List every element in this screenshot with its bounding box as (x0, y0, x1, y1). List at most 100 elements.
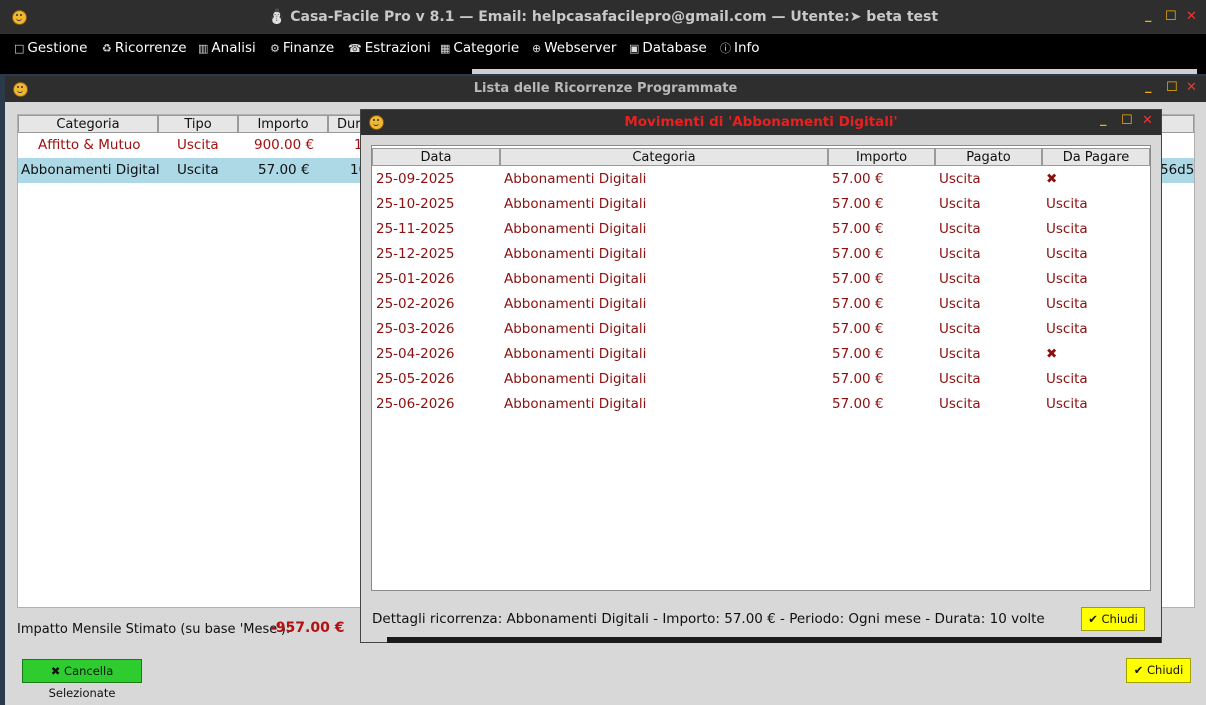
cross-icon: ✖ (1046, 346, 1058, 362)
globe-icon: ⊕ (532, 42, 542, 55)
dialog-close-button[interactable]: ✕ (1142, 113, 1153, 128)
column-header-categoria[interactable]: Categoria (18, 115, 158, 133)
dialog-title: Movimenti di 'Abbonamenti Digitali' (624, 114, 898, 130)
main-window-title: ⛄ Casa-Facile Pro v 8.1 — Email: helpcas… (267, 9, 939, 25)
list-close-dialog-button[interactable]: ✔ Chiudi (1126, 658, 1191, 683)
cell-pagato: Uscita (939, 171, 981, 187)
cell-da-pagare: Uscita (1046, 271, 1088, 287)
column-header-tipo[interactable]: Tipo (158, 115, 238, 133)
menu-label: Categorie (453, 40, 520, 56)
menu-finanze[interactable]: ⚙ Finanze (270, 40, 334, 56)
menu-bar: □ Gestione ♻ Ricorrenze ▥ Analisi ⚙ Finanze … (0, 34, 1206, 64)
cell-extra: 56d5 (1160, 162, 1195, 178)
cell-pagato: Uscita (939, 246, 981, 262)
extract-icon: ☎ (348, 42, 362, 55)
dialog-title-bar: Movimenti di 'Abbonamenti Digitali' _ ☐ … (361, 110, 1161, 135)
maximize-button[interactable]: ☐ (1165, 9, 1177, 24)
cell-data: 25-03-2026 (376, 321, 455, 337)
progress-strip (472, 69, 1197, 74)
minimize-button[interactable]: _ (1145, 8, 1152, 23)
cell-pagato: Uscita (939, 371, 981, 387)
menu-estrazioni[interactable]: ☎ Estrazioni (348, 40, 431, 56)
cell-data: 25-02-2026 (376, 296, 455, 312)
cell-pagato: Uscita (939, 271, 981, 287)
cell-da-pagare: Uscita (1046, 321, 1088, 337)
cell-pagato: Uscita (939, 196, 981, 212)
cell-data: 25-10-2025 (376, 196, 455, 212)
list-minimize-button[interactable]: _ (1145, 79, 1152, 94)
cell-data: 25-05-2026 (376, 371, 455, 387)
column-header-importo[interactable]: Importo (238, 115, 328, 133)
menu-analisi[interactable]: ▥ Analisi (198, 40, 256, 56)
menu-label: Info (734, 40, 760, 56)
cell-categoria: Abbonamenti Digitali (504, 396, 647, 412)
recycle-icon: ♻ (102, 42, 112, 55)
movements-table: Data Categoria Importo Pagato Da Pagare … (371, 145, 1151, 591)
menu-database[interactable]: ▣ Database (629, 40, 707, 56)
main-title-bar: ⛄ Casa-Facile Pro v 8.1 — Email: helpcas… (0, 0, 1206, 34)
cell-importo: 57.00 € (832, 271, 884, 287)
column-header-da-pagare[interactable]: Da Pagare (1042, 148, 1150, 166)
cell-importo: 57.00 € (832, 321, 884, 337)
categories-icon: ▦ (440, 42, 451, 55)
cell-pagato: Uscita (939, 296, 981, 312)
column-header-importo[interactable]: Importo (828, 148, 935, 166)
info-icon: ⓘ (720, 42, 731, 55)
menu-label: Estrazioni (364, 40, 431, 56)
cell-categoria: Abbonamenti Digitali (504, 196, 647, 212)
list-close-button[interactable]: ✕ (1186, 80, 1197, 95)
menu-label: Finanze (282, 40, 335, 56)
cell-pagato: Uscita (939, 321, 981, 337)
close-button[interactable]: ✕ (1186, 9, 1197, 24)
dialog-minimize-button[interactable]: _ (1100, 112, 1107, 127)
cell-categoria: Abbonamenti Digital (21, 162, 160, 178)
cell-importo: 57.00 € (832, 396, 884, 412)
cell-importo: 57.00 € (832, 246, 884, 262)
dialog-chiudi-button[interactable]: ✔ Chiudi (1081, 607, 1145, 631)
cell-importo: 57.00 € (832, 346, 884, 362)
menu-webserver[interactable]: ⊕ Webserver (532, 40, 616, 56)
cell-categoria: Abbonamenti Digitali (504, 371, 647, 387)
cell-data: 25-12-2025 (376, 246, 455, 262)
menu-label: Webserver (544, 40, 617, 56)
column-header-data[interactable]: Data (372, 148, 500, 166)
finance-icon: ⚙ (270, 42, 280, 55)
cross-icon: ✖ (1046, 171, 1058, 187)
dialog-maximize-button[interactable]: ☐ (1121, 113, 1133, 128)
toolbar-strip (0, 64, 1206, 74)
cell-tipo: Uscita (177, 137, 219, 153)
cell-da-pagare: Uscita (1046, 221, 1088, 237)
cell-data: 25-09-2025 (376, 171, 455, 187)
menu-gestione[interactable]: □ Gestione (14, 40, 87, 56)
menu-ricorrenze[interactable]: ♻ Ricorrenze (102, 40, 187, 56)
cell-categoria: Affitto & Mutuo (38, 137, 141, 153)
folder-icon: □ (14, 42, 25, 55)
cell-importo: 57.00 € (832, 296, 884, 312)
cell-data: 25-06-2026 (376, 396, 455, 412)
cell-importo: 57.00 € (832, 371, 884, 387)
cell-importo: 57.00 € (258, 162, 310, 178)
list-window-title: Lista delle Ricorrenze Programmate (473, 81, 738, 96)
cell-importo: 900.00 € (254, 137, 315, 153)
menu-categorie[interactable]: ▦ Categorie (440, 40, 519, 56)
cell-categoria: Abbonamenti Digitali (504, 171, 647, 187)
impact-value: -957.00 € (270, 620, 345, 636)
cell-da-pagare: Uscita (1046, 396, 1088, 412)
menu-info[interactable]: ⓘ Info (720, 40, 760, 56)
cell-da-pagare: Uscita (1046, 246, 1088, 262)
column-header-extra[interactable] (1158, 115, 1194, 133)
cell-pagato: Uscita (939, 396, 981, 412)
cell-categoria: Abbonamenti Digitali (504, 296, 647, 312)
list-window-title-bar: Lista delle Ricorrenze Programmate _ ☐ ✕ (5, 76, 1206, 102)
menu-label: Analisi (211, 40, 256, 56)
cell-data: 25-04-2026 (376, 346, 455, 362)
cell-importo: 57.00 € (832, 171, 884, 187)
delete-selected-button[interactable]: ✖ Cancella Selezionate (22, 659, 142, 700)
menu-label: Gestione (27, 40, 88, 56)
cell-da-pagare: Uscita (1046, 296, 1088, 312)
cell-importo: 57.00 € (832, 196, 884, 212)
cell-data: 25-11-2025 (376, 221, 455, 237)
list-maximize-button[interactable]: ☐ (1166, 80, 1178, 95)
column-header-pagato[interactable]: Pagato (935, 148, 1042, 166)
column-header-categoria[interactable]: Categoria (500, 148, 828, 166)
